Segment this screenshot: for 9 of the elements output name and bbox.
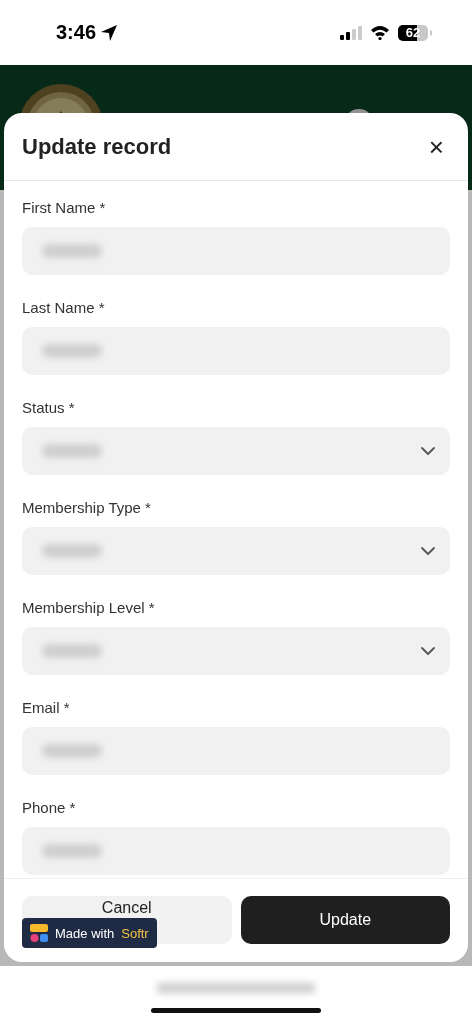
field-label: First Name *: [22, 199, 107, 216]
field-label: Last Name *: [22, 299, 106, 316]
field-label: Phone *: [22, 799, 77, 816]
field-label: Email *: [22, 699, 71, 716]
field-label: Membership Type *: [22, 499, 152, 516]
field-label: Status *: [22, 399, 76, 416]
clock-time: 3:46: [56, 21, 97, 44]
field-label: Membership Level *: [22, 599, 156, 616]
modal-title: Update record: [22, 133, 172, 160]
